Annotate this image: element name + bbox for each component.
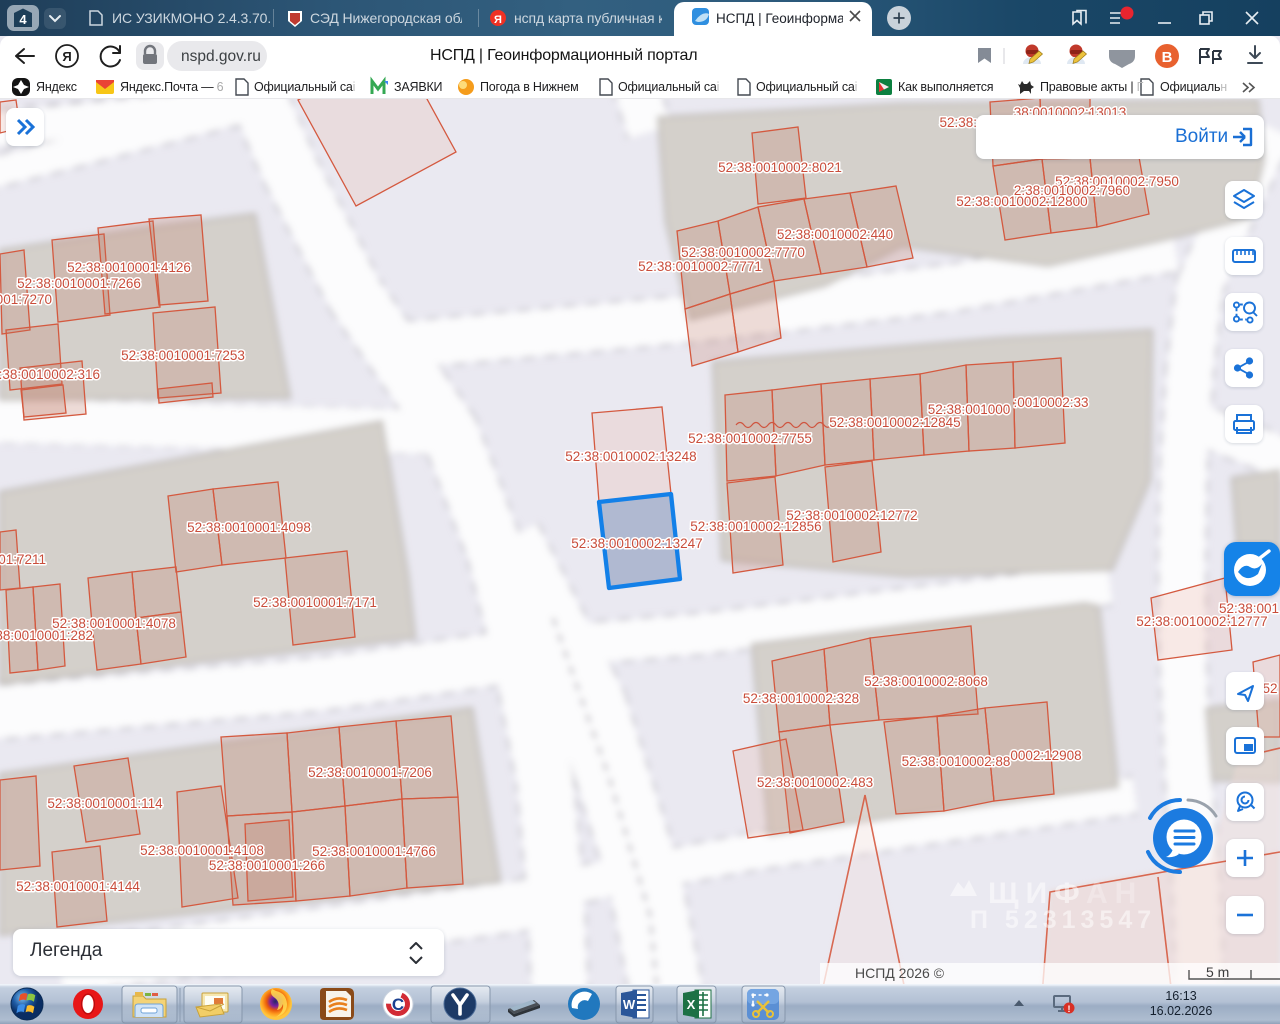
svg-text:!: !	[1068, 1004, 1071, 1014]
svg-text:52:38:0010002:483: 52:38:0010002:483	[757, 775, 873, 790]
svg-text:16.02.2026: 16.02.2026	[1150, 1004, 1213, 1018]
svg-text:52:38:0010001:266: 52:38:0010001:266	[209, 858, 325, 873]
svg-text:52:38:0010002:440: 52:38:0010002:440	[777, 227, 893, 242]
svg-text:52:38:0010002:8068: 52:38:0010002:8068	[864, 674, 988, 689]
svg-text:52: 52	[1262, 681, 1277, 696]
svg-text:0010001:7211: 0010001:7211	[0, 552, 46, 567]
svg-text:52:38:0010002:12856: 52:38:0010002:12856	[690, 519, 821, 534]
svg-text:C: C	[392, 995, 404, 1014]
svg-text:52:38:0010002:12845: 52:38:0010002:12845	[829, 415, 960, 430]
svg-text:П 52313547: П 52313547	[970, 906, 1156, 934]
svg-text::0010002:33: :0010002:33	[1013, 395, 1088, 410]
svg-text:52:38:0010001:4766: 52:38:0010001:4766	[312, 844, 436, 859]
svg-text:52:38:0010001:4126: 52:38:0010001:4126	[67, 260, 191, 275]
svg-text:52:38:0010001:4098: 52:38:0010001:4098	[187, 520, 311, 535]
svg-text:52:38:0010001:7266: 52:38:0010001:7266	[17, 276, 141, 291]
svg-text:52:38:0010001:7171: 52:38:0010001:7171	[253, 595, 377, 610]
svg-text:52:38:0010001:4144: 52:38:0010001:4144	[16, 879, 140, 894]
svg-text:X: X	[687, 997, 696, 1012]
svg-text:52:38:0010002:13248: 52:38:0010002:13248	[565, 449, 696, 464]
svg-text:52:38:0010001:114: 52:38:0010001:114	[47, 796, 163, 811]
svg-text:52:38:0010002:7771: 52:38:0010002:7771	[638, 259, 762, 274]
svg-text:52:38:0010001:4108: 52:38:0010001:4108	[140, 843, 264, 858]
svg-text:52:38:0010002:13247: 52:38:0010002:13247	[571, 536, 702, 551]
svg-text:52:38:001000: 52:38:001000	[928, 402, 1011, 417]
svg-text:4: 4	[19, 12, 27, 27]
svg-text:16:13: 16:13	[1165, 989, 1196, 1003]
svg-text:52:38:0010002:7770: 52:38:0010002:7770	[681, 245, 805, 260]
svg-text:52:38:0010002:8021: 52:38:0010002:8021	[718, 160, 842, 175]
svg-text:52:38:0010002:12777: 52:38:0010002:12777	[1136, 614, 1267, 629]
svg-text:52:38:0010001:7206: 52:38:0010001:7206	[308, 765, 432, 780]
svg-text:nspd.gov.ru: nspd.gov.ru	[181, 48, 261, 65]
svg-text:52:38:0010002:316: 52:38:0010002:316	[0, 367, 100, 382]
svg-text:Я: Я	[494, 14, 502, 26]
svg-text:52:38:: 52:38:	[939, 115, 977, 130]
svg-text:52:38:0010002:7755: 52:38:0010002:7755	[688, 431, 812, 446]
svg-text:8:0010001:7270: 8:0010001:7270	[0, 292, 52, 307]
svg-text:W: W	[623, 997, 636, 1012]
svg-text:52:38:0010001:282: 52:38:0010001:282	[0, 628, 93, 643]
svg-text:52:38:0010002:328: 52:38:0010002:328	[743, 691, 859, 706]
svg-text:52:38:0010001:7253: 52:38:0010001:7253	[121, 348, 245, 363]
svg-text:52:38:0010002:88: 52:38:0010002:88	[902, 754, 1011, 769]
svg-text:0002:12908: 0002:12908	[1010, 748, 1081, 763]
svg-text:52:38:0010002:12800: 52:38:0010002:12800	[956, 194, 1087, 209]
svg-text:Я: Я	[62, 49, 71, 64]
svg-text:B: B	[1162, 49, 1173, 66]
